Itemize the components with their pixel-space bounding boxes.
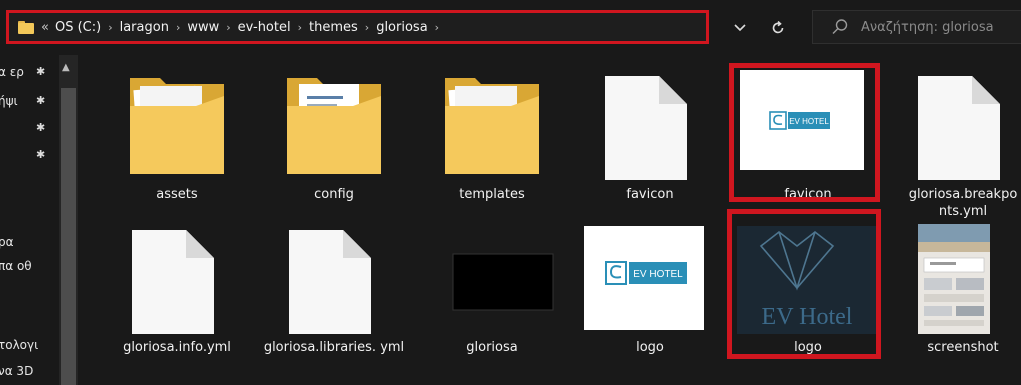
file-name: gloriosa	[466, 340, 518, 355]
refresh-button[interactable]	[764, 14, 792, 42]
scroll-up-arrow-icon[interactable]: ▲	[62, 62, 70, 73]
breadcrumb-separator[interactable]: ›	[298, 21, 302, 34]
file-name: gloriosa.info.yml	[123, 340, 231, 355]
file-name: favicon	[626, 187, 674, 202]
breadcrumb-separator[interactable]: ›	[108, 21, 112, 34]
thumbnail-text: EV HOTEL	[633, 269, 683, 280]
refresh-icon	[772, 21, 784, 34]
search-icon	[832, 19, 848, 34]
breadcrumb-gloriosa[interactable]: gloriosa	[376, 20, 427, 35]
breadcrumb-separator[interactable]: ›	[226, 21, 230, 34]
breadcrumb-www[interactable]: www	[187, 20, 219, 35]
breadcrumb-separator[interactable]: ›	[435, 21, 439, 34]
file-name: gloriosa.libraries. yml	[263, 340, 405, 355]
file-name: screenshot	[927, 340, 999, 355]
pin-icon: ✱	[36, 148, 46, 161]
address-dropdown-button[interactable]	[726, 14, 754, 42]
folder-icon	[445, 78, 539, 174]
pin-icon: ✱	[36, 65, 46, 78]
highlight-box-logo	[727, 209, 881, 359]
address-bar[interactable]: « OS (C:) › laragon › www › ev-hotel › t…	[6, 10, 709, 44]
folder-icon	[130, 78, 224, 174]
breadcrumb-separator[interactable]: ›	[176, 21, 180, 34]
overflow-crumbs[interactable]: «	[41, 20, 49, 35]
breadcrumb-themes[interactable]: themes	[309, 20, 358, 35]
search-placeholder[interactable]: Αναζήτηση: gloriosa	[861, 20, 994, 35]
breadcrumb-os-c[interactable]: OS (C:)	[55, 20, 101, 35]
folder-icon	[287, 78, 381, 174]
top-bar: « OS (C:) › laragon › www › ev-hotel › t…	[0, 0, 1021, 55]
file-name: config	[314, 187, 354, 202]
ev-hotel-logo-thumbnail-icon: EV HOTEL	[584, 226, 704, 330]
black-image-thumbnail-icon	[452, 253, 554, 311]
breadcrumb-ev-hotel[interactable]: ev-hotel	[238, 20, 291, 35]
search-box[interactable]: Αναζήτηση: gloriosa	[812, 10, 1021, 44]
file-name: assets	[156, 187, 198, 202]
pin-icon: ✱	[36, 121, 46, 134]
file-name: logo	[636, 340, 664, 355]
website-screenshot-thumbnail-icon	[918, 224, 990, 334]
file-name: templates	[459, 187, 525, 202]
file-name: gloriosa.breakpo nts.yml	[908, 187, 1018, 219]
highlight-box-favicon	[729, 63, 880, 202]
folder-icon	[18, 20, 34, 34]
chevron-down-icon	[734, 24, 746, 32]
breadcrumb-laragon[interactable]: laragon	[120, 20, 169, 35]
breadcrumb-separator[interactable]: ›	[365, 21, 369, 34]
pin-icon: ✱	[36, 94, 46, 107]
sidebar-scroll-thumb[interactable]	[61, 88, 76, 385]
